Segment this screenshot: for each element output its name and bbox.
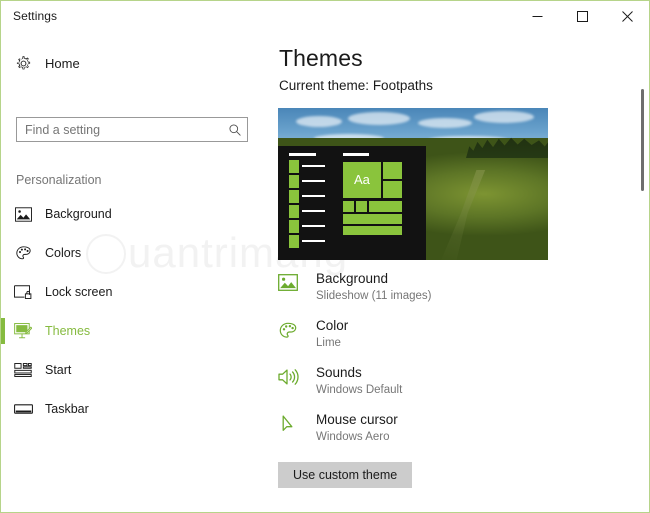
picture-icon [278,270,316,291]
preview-list-swatch [289,190,299,203]
title-bar: Settings [1,1,649,32]
preview-tile-wide [369,201,402,212]
palette-icon [1,245,45,262]
sidebar: Home Personalization [1,32,269,512]
preview-group-label [343,153,369,156]
preview-list-swatch [289,220,299,233]
preview-list-swatch [289,235,299,248]
sidebar-item-start-label: Start [45,363,72,377]
close-button[interactable] [605,1,649,31]
preview-cloud [296,116,342,127]
sidebar-item-lock-screen-label: Lock screen [45,285,113,299]
current-theme-name: Footpaths [372,78,433,93]
setting-title-color: Color [316,318,349,333]
page-title: Themes [279,45,363,71]
preview-list-swatch [289,205,299,218]
use-custom-theme-button[interactable]: Use custom theme [278,462,413,488]
sidebar-item-colors[interactable]: Colors [1,236,269,270]
main-content: Themes Current theme: Footpaths Aa Backg… [269,32,649,512]
setting-value-background: Slideshow (11 images) [316,290,432,302]
maximize-button[interactable] [560,1,605,31]
setting-title-background: Background [316,271,389,286]
preview-list-line [302,210,325,212]
start-tiles-icon [1,363,45,377]
lock-screen-icon [1,284,45,300]
sidebar-section-title: Personalization [16,173,102,187]
vertical-scrollbar[interactable] [638,63,647,512]
taskbar-icon [1,403,45,415]
maximize-icon [577,10,588,22]
sidebar-item-home[interactable]: Home [1,48,269,78]
sidebar-item-home-label: Home [45,55,80,71]
sidebar-item-lock-screen[interactable]: Lock screen [1,275,269,309]
sidebar-item-colors-label: Colors [45,246,82,260]
preview-list-swatch [289,160,299,173]
search-input[interactable] [17,118,223,141]
preview-list-line [302,180,325,182]
current-theme-label: Current theme: Footpaths [279,78,433,93]
sidebar-item-taskbar-label: Taskbar [45,402,89,416]
theme-preview-image[interactable]: Aa [278,108,548,260]
sidebar-item-background-label: Background [45,207,112,221]
preview-tile [383,181,402,198]
search-icon[interactable] [223,123,247,137]
preview-tile-small [343,201,354,212]
window-body: uantrimang Home Find a setting Personali… [1,32,649,512]
preview-list-line [302,165,325,167]
setting-row-mouse-cursor[interactable]: Mouse cursor Windows Aero [278,411,638,457]
minimize-button[interactable] [515,1,560,31]
close-icon [622,10,633,22]
setting-row-color[interactable]: Color Lime [278,317,638,363]
sidebar-item-background[interactable]: Background [1,197,269,231]
preview-tile-wide [343,226,402,235]
sidebar-item-start[interactable]: Start [1,353,269,387]
picture-icon [1,206,45,222]
preview-list-line [289,153,316,156]
gear-icon [1,55,45,72]
setting-value-color: Lime [316,337,341,349]
scrollbar-thumb[interactable] [641,89,644,191]
preview-cloud [474,111,534,123]
minimize-icon [532,15,543,17]
setting-value-sounds: Windows Default [316,384,403,396]
preview-list-line [302,225,325,227]
preview-cloud [348,112,410,125]
preview-list-swatch [289,175,299,188]
window-title: Settings [13,9,58,23]
current-theme-prefix: Current theme: [279,78,370,93]
search-box[interactable] [16,117,248,142]
cursor-icon [278,411,316,434]
preview-tile-text: Aa [354,172,370,187]
preview-list-line [302,240,325,242]
speaker-icon [278,364,316,386]
sidebar-item-themes-label: Themes [45,324,91,338]
setting-row-sounds[interactable]: Sounds Windows Default [278,364,638,410]
preview-tile [383,162,402,179]
setting-value-mouse-cursor: Windows Aero [316,431,390,443]
setting-title-sounds: Sounds [316,365,362,380]
themes-icon [1,323,45,339]
palette-icon [278,317,316,341]
setting-row-background[interactable]: Background Slideshow (11 images) [278,270,638,316]
setting-title-mouse-cursor: Mouse cursor [316,412,398,427]
settings-window: Settings uantrimang Home Find a setting … [0,0,650,513]
sidebar-item-themes[interactable]: Themes [1,314,269,348]
preview-cloud [418,118,472,128]
preview-tile-small [356,201,367,212]
sidebar-item-taskbar[interactable]: Taskbar [1,392,269,426]
preview-list-line [302,195,325,197]
preview-tile-wide [343,214,402,224]
